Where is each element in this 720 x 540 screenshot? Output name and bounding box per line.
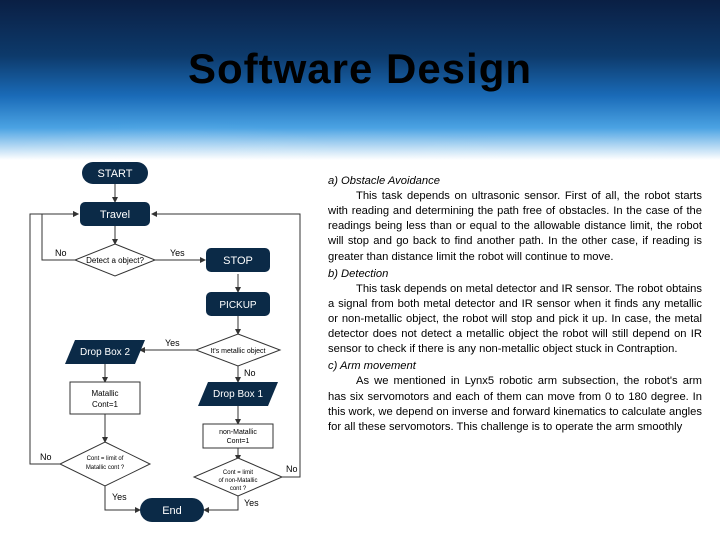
- node-stop: STOP: [206, 248, 270, 272]
- content-row: START Travel Detect a object? Yes No STO…: [0, 160, 720, 540]
- svg-text:PICKUP: PICKUP: [219, 300, 257, 311]
- section-a-body: This task depends on ultrasonic sensor. …: [328, 189, 702, 265]
- node-dropbox2: Drop Box 2: [65, 340, 145, 364]
- svg-text:Drop Box 1: Drop Box 1: [213, 389, 263, 400]
- label-no-detect: No: [55, 248, 67, 258]
- svg-text:Travel: Travel: [100, 209, 130, 221]
- svg-text:Cont = limit of: Cont = limit of: [87, 456, 124, 462]
- node-start: START: [82, 162, 148, 184]
- section-b-body: This task depends on metal detector and …: [328, 282, 702, 358]
- node-detect: Detect a object?: [75, 244, 155, 276]
- section-a-title: a) Obstacle Avoidance: [328, 174, 702, 189]
- section-b-title: b) Detection: [328, 267, 702, 282]
- svg-text:START: START: [97, 168, 132, 180]
- svg-text:Matallic: Matallic: [91, 389, 118, 398]
- svg-text:Cont=1: Cont=1: [92, 400, 119, 409]
- svg-text:Cont=1: Cont=1: [227, 438, 250, 445]
- svg-text:non-Matallic: non-Matallic: [219, 429, 257, 436]
- svg-text:Drop Box 2: Drop Box 2: [80, 347, 130, 358]
- slide-header: Software Design: [0, 0, 720, 160]
- node-dropbox1: Drop Box 1: [198, 382, 278, 406]
- node-pickup: PICKUP: [206, 292, 270, 316]
- node-metallic: It's metallic object: [196, 334, 280, 366]
- section-c-title: c) Arm movement: [328, 359, 702, 374]
- svg-text:Cont = limit: Cont = limit: [223, 470, 254, 476]
- svg-text:Detect a object?: Detect a object?: [86, 256, 144, 265]
- svg-text:STOP: STOP: [223, 255, 253, 267]
- slide-title: Software Design: [0, 45, 720, 93]
- label-no-limitnm: No: [286, 464, 298, 474]
- label-yes-metal: Yes: [165, 338, 180, 348]
- node-nmcount: non-Matallic Cont=1: [203, 424, 273, 448]
- node-travel: Travel: [80, 202, 150, 226]
- label-yes-detect: Yes: [170, 248, 185, 258]
- label-yes-limitnm: Yes: [244, 498, 259, 508]
- flowchart-svg: START Travel Detect a object? Yes No STO…: [0, 152, 320, 532]
- label-yes-limitm: Yes: [112, 492, 127, 502]
- svg-text:It's metallic object: It's metallic object: [210, 348, 265, 355]
- label-no-limitm: No: [40, 452, 52, 462]
- svg-text:Matallic cont ?: Matallic cont ?: [86, 465, 125, 471]
- label-no-metal: No: [244, 368, 256, 378]
- node-limit-m: Cont = limit of Matallic cont ?: [60, 442, 150, 486]
- section-c-body: As we mentioned in Lynx5 robotic arm sub…: [328, 374, 702, 434]
- svg-text:of non-Matallic: of non-Matallic: [218, 478, 257, 484]
- node-end: End: [140, 498, 204, 522]
- svg-text:cont ?: cont ?: [230, 486, 247, 492]
- flowchart: START Travel Detect a object? Yes No STO…: [0, 152, 320, 532]
- node-mcount: Matallic Cont=1: [70, 382, 140, 414]
- svg-text:End: End: [162, 505, 182, 517]
- node-limit-nm: Cont = limit of non-Matallic cont ?: [194, 458, 282, 496]
- text-column: a) Obstacle Avoidance This task depends …: [320, 160, 720, 540]
